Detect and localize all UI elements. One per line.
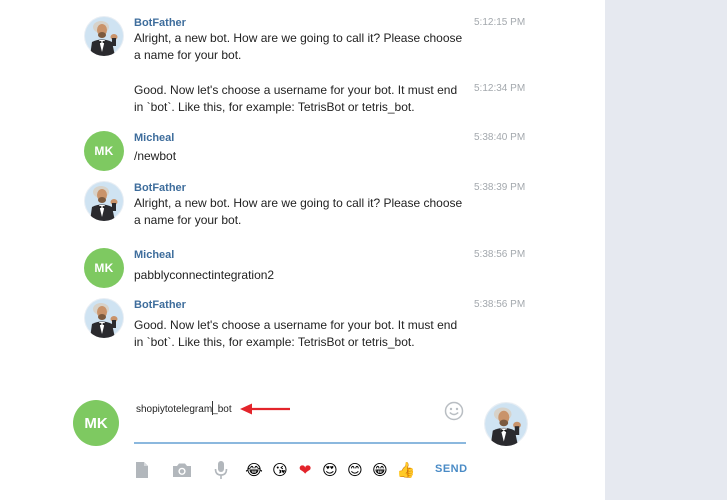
red-arrow-annotation	[240, 403, 290, 415]
message-time: 5:38:56 PM	[474, 299, 526, 310]
message-time: 5:38:39 PM	[474, 182, 526, 193]
emoji-kiss[interactable]: 😘	[270, 460, 290, 480]
text-cursor	[212, 401, 213, 415]
message-time: 5:38:40 PM	[474, 132, 526, 143]
document-icon[interactable]	[132, 460, 152, 480]
emoji-smile[interactable]: 😊	[345, 460, 365, 480]
message-text: Good. Now let's choose a username for yo…	[134, 83, 458, 114]
botfather-avatar[interactable]	[84, 298, 124, 338]
emoji-heart-eyes[interactable]: 😍	[320, 460, 340, 480]
message-item: BotFather 5:38:39 PM Alright, a new bot.…	[0, 181, 560, 231]
sender-name[interactable]: Micheal	[134, 248, 174, 262]
emoji-grin[interactable]: 😁	[370, 460, 390, 480]
message-item: BotFather 5:38:56 PM Good. Now let's cho…	[0, 298, 560, 349]
send-button[interactable]: SEND	[435, 463, 468, 475]
user-avatar[interactable]: MK	[84, 248, 124, 288]
smiley-icon[interactable]	[444, 401, 464, 421]
sender-name[interactable]: BotFather	[134, 181, 186, 195]
right-sidebar	[605, 0, 727, 500]
message-item: BotFather 5:12:15 PM Alright, a new bot.…	[0, 16, 560, 76]
emoji-thumbs-up[interactable]: 👍	[396, 460, 416, 480]
user-avatar[interactable]: MK	[84, 131, 124, 171]
message-time: 5:12:34 PM	[474, 83, 526, 94]
message-time: 5:12:15 PM	[474, 17, 526, 28]
message-text: Alright, a new bot. How are we going to …	[134, 31, 463, 62]
message-text: pabblyconnectintegration2	[134, 268, 275, 282]
sender-name[interactable]: BotFather	[134, 16, 186, 30]
message-text: Alright, a new bot. How are we going to …	[134, 196, 463, 227]
sender-name[interactable]: Micheal	[134, 131, 174, 145]
message-text: /newbot	[134, 149, 177, 163]
message-item: 5:12:34 PM Good. Now let's choose a user…	[0, 82, 560, 122]
camera-icon[interactable]	[172, 460, 192, 480]
microphone-icon[interactable]	[211, 460, 231, 480]
message-text: Good. Now let's choose a username for yo…	[134, 318, 458, 349]
botfather-avatar[interactable]	[84, 16, 124, 56]
message-input-value: shopiytotelegram_bot	[136, 404, 232, 415]
message-item: MK Micheal 5:38:56 PM pabblyconnectinteg…	[0, 248, 560, 288]
bot-avatar[interactable]	[484, 402, 528, 446]
current-user-avatar[interactable]: MK	[73, 400, 119, 446]
message-time: 5:38:56 PM	[474, 249, 526, 260]
chat-panel: BotFather 5:12:15 PM Alright, a new bot.…	[0, 0, 605, 500]
sender-name[interactable]: BotFather	[134, 298, 186, 312]
emoji-laughing[interactable]: 😂	[244, 460, 264, 480]
emoji-heart[interactable]: ❤	[295, 460, 315, 480]
botfather-avatar[interactable]	[84, 181, 124, 221]
message-item: MK Micheal 5:38:40 PM /newbot	[0, 131, 560, 171]
